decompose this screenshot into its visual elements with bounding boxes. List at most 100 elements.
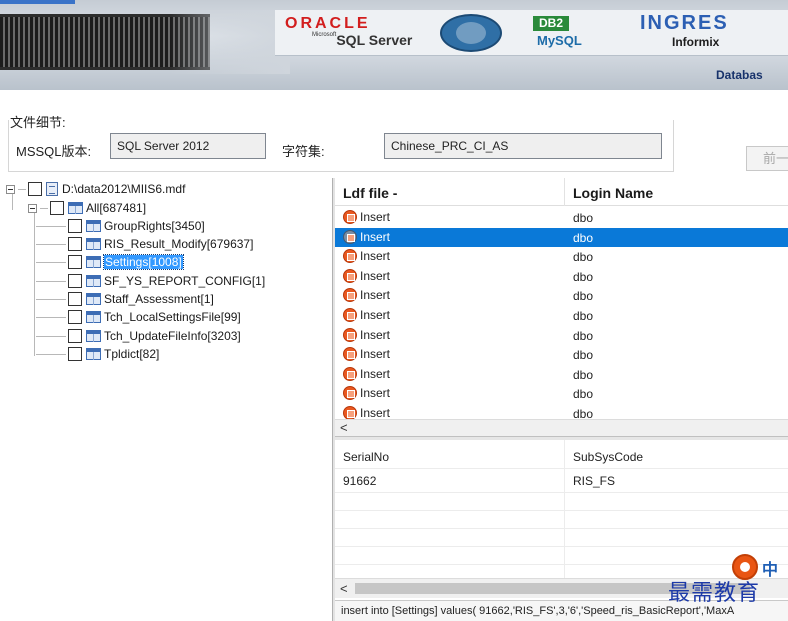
row-divider [335,492,788,493]
banner-database-text: Databas [716,68,763,82]
checkbox[interactable] [28,182,42,196]
tree-node-label: All[687481] [86,201,147,215]
insert-op-icon [343,229,357,244]
charset-label: 字符集: [282,144,325,159]
prev-button[interactable]: 前一 [746,146,788,171]
log-op-text: Insert [360,268,391,283]
log-grid-hscrollbar[interactable]: < [335,419,788,436]
tree-node-label: Staff_Assessment[1] [104,292,214,306]
collapse-icon[interactable] [6,184,15,194]
detail-value-serialno[interactable]: 91662 [343,474,376,488]
informix-logo: Informix [672,35,720,49]
table-icon [86,256,101,268]
log-op-cell: Insert [343,366,391,381]
sql-server-prefix: Microsoft [312,32,337,38]
insert-op-icon [343,308,357,322]
tree-node-label: Tch_LocalSettingsFile[99] [104,310,241,324]
table-icon [86,293,101,305]
tree-branch-line [18,188,26,190]
log-row[interactable]: Insert dbo [335,345,788,365]
table-icon [86,275,101,287]
sql-server-logo: MicrosoftSQL Server [312,32,412,48]
tree-branch-line [36,316,66,318]
insert-op-icon [343,386,357,401]
checkbox[interactable] [68,292,82,306]
detail-header-subsyscode: SubSysCode [573,450,644,464]
column-separator [564,440,565,578]
log-row[interactable]: Insert dbo [335,208,788,228]
checkbox[interactable] [50,201,64,215]
column-header-login-name[interactable]: Login Name [573,185,653,201]
checkbox[interactable] [68,274,82,288]
insert-op-icon [343,347,357,362]
collapse-icon[interactable] [28,203,37,213]
tree-node-table[interactable]: Tch_LocalSettingsFile[99] [36,308,241,326]
log-row[interactable]: Insert dbo [335,247,788,267]
insert-op-icon [343,406,357,420]
watermark-logo-char: 中 [762,560,779,579]
log-op-cell: Insert [343,229,391,244]
log-grid: Ldf file - Login Name Insert dbo Insert … [335,178,788,436]
banner-fade [170,10,290,74]
log-login-cell: dbo [573,289,594,304]
log-row[interactable]: Insert dbo [335,365,788,385]
checkbox[interactable] [68,347,82,361]
log-login-cell: dbo [573,211,594,225]
log-row[interactable]: Insert dbo [335,286,788,306]
table-tree: D:\data2012\MIIS6.mdf All[687481] GroupR… [0,178,332,621]
tree-node-label: SF_YS_REPORT_CONFIG[1] [104,274,266,288]
database-file-icon [46,182,58,196]
scroll-left-arrow-icon[interactable]: < [340,581,348,596]
log-op-text: Insert [360,366,391,381]
log-op-text: Insert [360,229,391,244]
column-header-ldf-file[interactable]: Ldf file - [343,185,397,201]
log-row[interactable]: Insert dbo [335,306,788,326]
log-login-cell: dbo [573,328,594,343]
detail-value-subsyscode[interactable]: RIS_FS [573,474,615,488]
charset-field[interactable]: Chinese_PRC_CI_AS [384,133,662,159]
tree-node-table[interactable]: GroupRights[3450] [36,217,205,235]
log-op-cell: Insert [343,288,391,303]
row-divider [335,468,788,469]
tree-node-label: GroupRights[3450] [104,219,205,233]
tree-branch-line [36,335,66,337]
tree-node-all[interactable]: All[687481] [28,199,146,217]
log-login-cell: dbo [573,387,594,402]
checkbox[interactable] [68,237,82,251]
table-icon [86,311,101,323]
tree-node-table[interactable]: SF_YS_REPORT_CONFIG[1] [36,272,265,290]
log-row-selected[interactable]: Insert dbo [335,227,788,248]
checkbox[interactable] [68,310,82,324]
tree-node-table[interactable]: Staff_Assessment[1] [36,290,214,308]
tree-node-label: RIS_Result_Modify[679637] [104,237,254,251]
checkbox[interactable] [68,219,82,233]
tree-node-table[interactable]: Tch_UpdateFileInfo[3203] [36,327,241,345]
banner-accent-line [0,0,75,4]
mssql-version-label: MSSQL版本: [16,144,92,159]
mssql-version-field[interactable]: SQL Server 2012 [110,133,266,159]
row-divider [335,546,788,547]
watermark-text: 最需教育 [668,581,761,606]
log-row[interactable]: Insert dbo [335,326,788,346]
log-login-cell: dbo [573,250,594,265]
log-op-text: Insert [360,288,391,303]
log-op-text: Insert [360,249,391,264]
tree-node-table-selected[interactable]: Settings[1008] [36,253,184,271]
log-row[interactable]: Insert dbo [335,267,788,287]
tree-node-table[interactable]: RIS_Result_Modify[679637] [36,235,253,253]
log-row[interactable]: Insert dbo [335,384,788,404]
header-banner: ORACLE MicrosoftSQL Server DB2 MySQL ING… [0,0,788,90]
checkbox[interactable] [68,329,82,343]
tree-connector [34,212,35,356]
log-op-cell: Insert [343,386,390,401]
scroll-left-arrow-icon[interactable]: < [340,420,348,435]
checkbox[interactable] [68,255,82,269]
table-icon [86,348,101,360]
insert-op-icon [343,268,357,283]
tree-node-table[interactable]: Tpldict[82] [36,345,159,363]
detail-header-serialno: SerialNo [343,450,390,464]
tree-branch-line [36,243,66,245]
column-separator[interactable] [564,178,565,206]
tree-node-root[interactable]: D:\data2012\MIIS6.mdf [6,180,185,198]
insert-op-icon [343,288,357,303]
